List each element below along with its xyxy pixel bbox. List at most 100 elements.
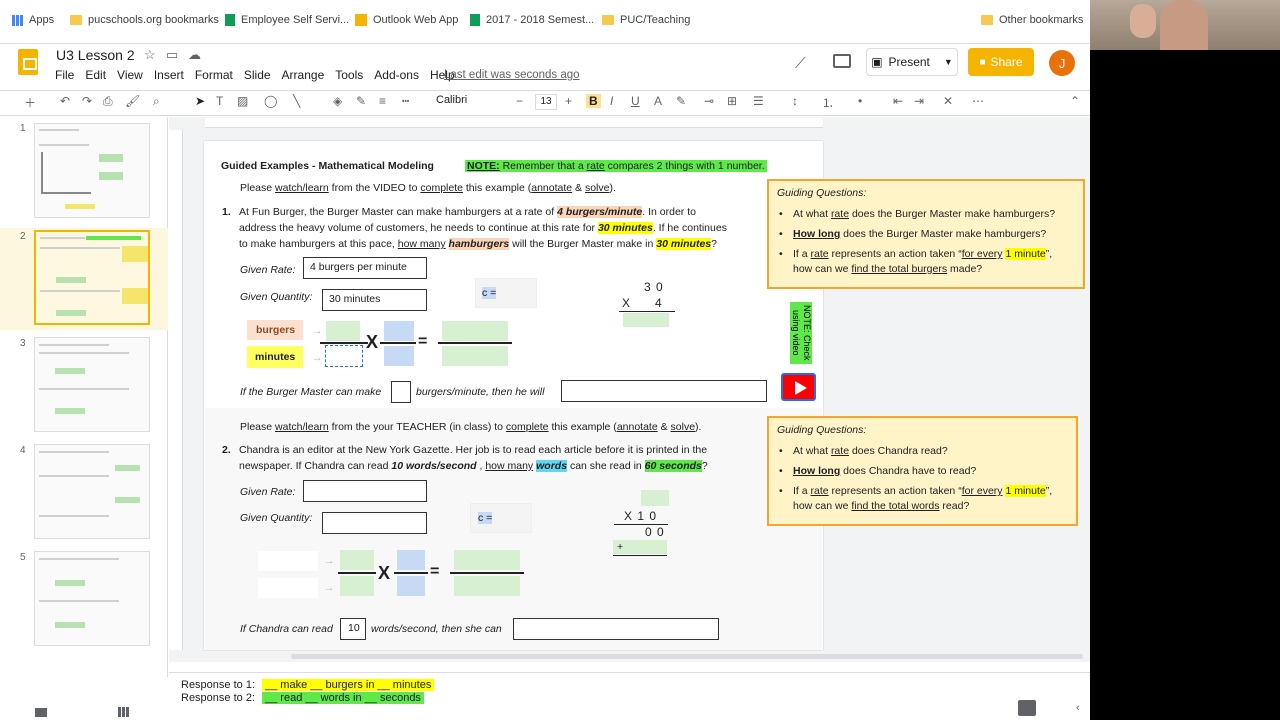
- given-quantity-field-2[interactable]: [322, 512, 427, 534]
- bookmark-pucschools[interactable]: pucschools.org bookmarks: [70, 14, 219, 26]
- problem-1-line-1[interactable]: At Fun Burger, the Burger Master can mak…: [239, 206, 696, 218]
- menu-arrange[interactable]: Arrange: [282, 68, 325, 82]
- slide-thumbnail-3[interactable]: [34, 337, 150, 432]
- font-select[interactable]: Calibri: [436, 94, 467, 106]
- comment-add-icon[interactable]: ⊞: [727, 94, 737, 108]
- ratio-bottom-box[interactable]: [384, 346, 414, 366]
- ratio-top-box[interactable]: [326, 321, 360, 341]
- menu-view[interactable]: View: [117, 68, 143, 82]
- slides-logo-icon[interactable]: [18, 49, 38, 75]
- bookmark-employee[interactable]: Employee Self Servi...: [225, 14, 349, 26]
- note-banner[interactable]: NOTE: Remember that a rate compares 2 th…: [465, 160, 767, 172]
- problem-1-line-3[interactable]: to make hamburgers at this pace, how man…: [239, 238, 717, 250]
- bookmark-puc-teaching[interactable]: PUC/Teaching: [602, 14, 690, 26]
- filmstrip-view-icon[interactable]: [35, 708, 47, 717]
- menu-addons[interactable]: Add-ons: [374, 68, 419, 82]
- font-size-input[interactable]: 13: [535, 94, 557, 110]
- given-rate-field[interactable]: 4 burgers per minute: [303, 257, 427, 279]
- bookmark-other[interactable]: Other bookmarks: [981, 14, 1083, 26]
- conclusion-rate-field[interactable]: [391, 381, 411, 403]
- link-icon[interactable]: ⊸: [704, 94, 714, 108]
- menu-format[interactable]: Format: [195, 68, 233, 82]
- chevron-left-icon[interactable]: ‹: [1076, 702, 1080, 714]
- problem-2-line-1[interactable]: Chandra is an editor at the New York Gaz…: [239, 444, 707, 456]
- more-icon[interactable]: ⋯: [972, 94, 984, 108]
- guiding-questions-1[interactable]: Guiding Questions: At what rate does the…: [767, 179, 1085, 289]
- answer-bottom-box[interactable]: [454, 576, 520, 596]
- bookmark-outlook[interactable]: Outlook Web App: [355, 14, 458, 26]
- problem-1-line-2[interactable]: address the heavy volume of customers, h…: [239, 222, 727, 234]
- move-folder-icon[interactable]: ▭: [166, 47, 178, 63]
- ratio-top-box[interactable]: [397, 550, 425, 570]
- menu-slide[interactable]: Slide: [244, 68, 271, 82]
- given-rate-field-2[interactable]: [303, 480, 427, 502]
- guiding-questions-2[interactable]: Guiding Questions: At what rate does Cha…: [767, 416, 1078, 526]
- present-button[interactable]: ▣ Present ▼: [866, 48, 958, 76]
- label-box[interactable]: [258, 578, 318, 598]
- conclusion-rate-field[interactable]: 10: [340, 618, 366, 640]
- text-color-icon[interactable]: A: [654, 94, 662, 108]
- problem-2-line-2[interactable]: newspaper. If Chandra can read 10 words/…: [239, 460, 708, 472]
- slide-thumbnail-2[interactable]: [34, 230, 150, 325]
- decrease-indent-icon[interactable]: ⇤: [893, 94, 903, 108]
- textbox-icon[interactable]: T: [216, 94, 223, 108]
- last-edit-link[interactable]: Last edit was seconds ago: [444, 69, 580, 81]
- avatar[interactable]: J: [1049, 50, 1075, 76]
- mult2-top-box[interactable]: [641, 490, 669, 506]
- given-quantity-field[interactable]: 30 minutes: [322, 289, 427, 311]
- notes-value-2[interactable]: __ read __ words in __ seconds: [262, 692, 424, 704]
- comments-icon[interactable]: [833, 54, 851, 68]
- underline-button[interactable]: U: [631, 94, 640, 108]
- label-burgers[interactable]: burgers: [256, 324, 295, 336]
- shape-icon[interactable]: ◯: [264, 94, 277, 108]
- new-slide-icon[interactable]: ＋: [24, 94, 36, 111]
- menu-insert[interactable]: Insert: [154, 68, 184, 82]
- font-size-plus-icon[interactable]: +: [565, 94, 572, 108]
- answer-bottom-box[interactable]: [442, 346, 508, 366]
- youtube-play-icon[interactable]: [781, 373, 816, 401]
- highlight-icon[interactable]: ✎: [676, 94, 686, 108]
- label-minutes[interactable]: minutes: [255, 351, 295, 363]
- undo-icon[interactable]: ↶: [60, 94, 70, 108]
- collapse-icon[interactable]: ⌃: [1070, 94, 1080, 108]
- redo-icon[interactable]: ↷: [82, 94, 92, 108]
- intro-line-1[interactable]: Please watch/learn from the VIDEO to com…: [240, 182, 616, 194]
- chevron-down-icon[interactable]: ▼: [944, 57, 953, 67]
- slide-thumbnail-1[interactable]: [34, 123, 150, 218]
- bookmark-apps[interactable]: Apps: [12, 14, 54, 26]
- label-box[interactable]: [258, 551, 318, 571]
- line-icon[interactable]: ╲: [293, 94, 300, 108]
- fill-color-icon[interactable]: ◈: [333, 94, 342, 108]
- border-weight-icon[interactable]: ≡: [379, 94, 386, 108]
- italic-button[interactable]: I: [610, 94, 613, 108]
- conclusion-answer-field[interactable]: [513, 618, 719, 640]
- increase-indent-icon[interactable]: ⇥: [914, 94, 924, 108]
- zoom-icon[interactable]: ⌕: [153, 94, 160, 109]
- menu-file[interactable]: File: [55, 68, 74, 82]
- font-size-minus-icon[interactable]: −: [516, 94, 523, 108]
- menu-tools[interactable]: Tools: [335, 68, 363, 82]
- notes-value-1[interactable]: __ make __ burgers in __ minutes: [262, 679, 435, 691]
- slide-thumbnail-5[interactable]: [34, 551, 150, 646]
- menu-edit[interactable]: Edit: [85, 68, 106, 82]
- horizontal-scrollbar[interactable]: [291, 654, 1083, 659]
- slide-heading[interactable]: Guided Examples - Mathematical Modeling: [221, 160, 434, 172]
- activity-icon[interactable]: ⟋: [795, 55, 806, 72]
- print-icon[interactable]: ⎙: [103, 94, 113, 109]
- align-icon[interactable]: ☰: [753, 94, 764, 108]
- numbered-list-icon[interactable]: ⒈: [822, 94, 834, 111]
- bulleted-list-icon[interactable]: •: [858, 94, 862, 108]
- line-spacing-icon[interactable]: ↕: [792, 94, 798, 108]
- grid-view-icon[interactable]: [118, 707, 130, 717]
- ratio-top-box[interactable]: [384, 321, 414, 341]
- clear-format-icon[interactable]: ✕: [943, 94, 953, 108]
- bold-button[interactable]: B: [586, 94, 601, 108]
- border-color-icon[interactable]: ✎: [356, 94, 366, 108]
- conclusion-answer-field[interactable]: [561, 380, 767, 402]
- bookmark-semester[interactable]: 2017 - 2018 Semest...: [470, 14, 594, 26]
- share-button[interactable]: ■ Share: [968, 48, 1034, 76]
- slide-thumbnail-4[interactable]: [34, 444, 150, 539]
- document-title[interactable]: U3 Lesson 2: [56, 47, 135, 63]
- explore-icon[interactable]: [1018, 700, 1036, 716]
- border-dash-icon[interactable]: ┅: [402, 94, 409, 108]
